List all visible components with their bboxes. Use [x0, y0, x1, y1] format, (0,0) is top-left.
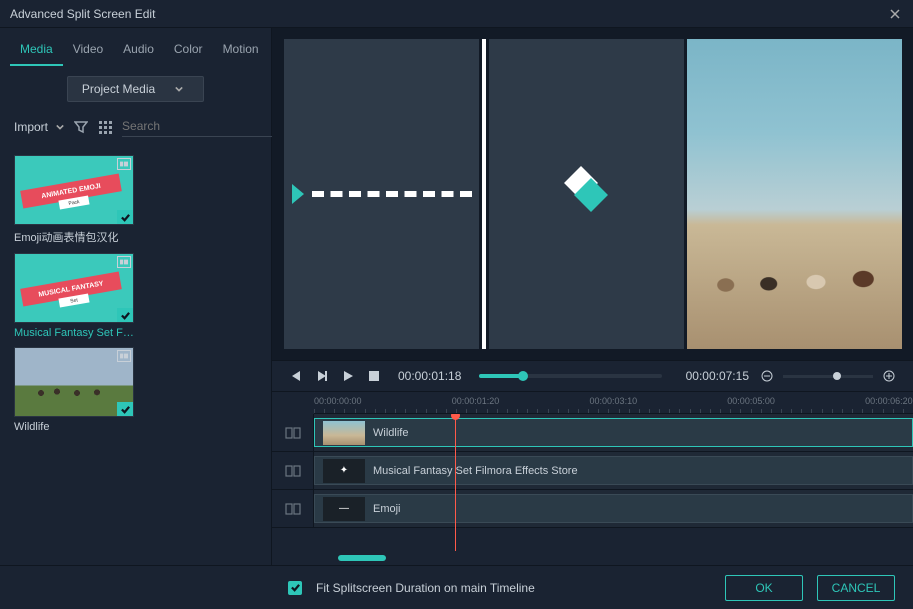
- titlebar: Advanced Split Screen Edit: [0, 0, 913, 28]
- track-head-icon[interactable]: [272, 452, 314, 489]
- check-icon: [117, 308, 133, 322]
- fit-duration-checkbox[interactable]: [288, 581, 302, 595]
- timeline-clip-thumb: ✦: [323, 459, 365, 483]
- zoom-in-icon[interactable]: [881, 368, 897, 384]
- tab-video[interactable]: Video: [63, 36, 113, 66]
- search-input[interactable]: [122, 119, 277, 133]
- import-label: Import: [14, 120, 48, 134]
- next-frame-icon[interactable]: [314, 368, 330, 384]
- timeline-clip-name: Wildlife: [373, 427, 408, 439]
- splitscreen-icon: [117, 350, 131, 362]
- import-button[interactable]: Import: [14, 120, 64, 134]
- logo-icon: [569, 177, 603, 211]
- source-dropdown-label: Project Media: [82, 82, 155, 96]
- tab-audio[interactable]: Audio: [113, 36, 164, 66]
- media-clip[interactable]: ANIMATED EMOJI Pack Emoji动画表情包汉化: [14, 155, 134, 245]
- clip-thumbnail: [14, 347, 134, 417]
- split-panel-left[interactable]: [284, 39, 479, 349]
- filter-icon[interactable]: [74, 119, 88, 135]
- media-tabs: Media Video Audio Color Motion: [0, 28, 271, 66]
- play-icon[interactable]: [340, 368, 356, 384]
- tab-motion[interactable]: Motion: [213, 36, 269, 66]
- timeline-clip-name: Musical Fantasy Set Filmora Effects Stor…: [373, 465, 578, 477]
- ruler-tick: 00:00:06:20: [865, 396, 913, 406]
- clip-thumbnail: ANIMATED EMOJI Pack: [14, 155, 134, 225]
- ok-button[interactable]: OK: [725, 575, 803, 601]
- ruler-tick: 00:00:05:00: [727, 396, 775, 406]
- chevron-down-icon: [56, 120, 64, 134]
- prev-frame-icon[interactable]: [288, 368, 304, 384]
- splitscreen-icon: [117, 256, 131, 268]
- current-timecode: 00:00:01:18: [398, 369, 461, 383]
- track-head-icon[interactable]: [272, 490, 314, 527]
- scrollbar-thumb[interactable]: [338, 555, 386, 561]
- split-panel-middle[interactable]: [489, 39, 684, 349]
- source-dropdown[interactable]: Project Media: [67, 76, 204, 102]
- timeline-track[interactable]: Wildlife: [272, 414, 913, 452]
- cancel-button[interactable]: CANCEL: [817, 575, 895, 601]
- clip-label: Wildlife: [14, 421, 134, 433]
- close-icon[interactable]: [887, 6, 903, 22]
- zoom-handle[interactable]: [833, 372, 841, 380]
- tab-media[interactable]: Media: [10, 36, 63, 66]
- clip-grid: ANIMATED EMOJI Pack Emoji动画表情包汉化 MUSICAL…: [0, 145, 271, 443]
- zoom-out-icon[interactable]: [759, 368, 775, 384]
- check-icon: [117, 402, 133, 416]
- media-clip[interactable]: Wildlife: [14, 347, 134, 433]
- ruler-tick: 00:00:00:00: [314, 396, 362, 406]
- clip-label: Emoji动画表情包汉化: [14, 229, 134, 245]
- timeline-clip[interactable]: Wildlife: [314, 418, 913, 447]
- timeline-clip[interactable]: ✦ Musical Fantasy Set Filmora Effects Sto…: [314, 456, 913, 485]
- chevron-down-icon: [175, 82, 183, 96]
- timeline-clip-thumb: [323, 421, 365, 445]
- track-head-icon[interactable]: [272, 414, 314, 451]
- timeline-tracks: Wildlife ✦ Musical Fantasy Set Filmora Eff…: [272, 414, 913, 551]
- timeline-ruler[interactable]: 00:00:00:00 00:00:01:20 00:00:03:10 00:00:0…: [314, 392, 913, 414]
- main-area: 00:00:01:18 00:00:07:15 00:00:00:0000:00…: [272, 28, 913, 565]
- playhead[interactable]: [455, 414, 456, 551]
- ruler-tick: 00:00:01:20: [452, 396, 500, 406]
- footer: Fit Splitscreen Duration on main Timelin…: [0, 565, 913, 609]
- timeline-track[interactable]: — Emoji: [272, 490, 913, 528]
- sidebar: Media Video Audio Color Motion Project M…: [0, 28, 272, 565]
- scrubber-handle[interactable]: [518, 371, 528, 381]
- preview-monitor: [272, 28, 913, 360]
- grid-view-icon[interactable]: [98, 119, 112, 135]
- zoom-slider[interactable]: [783, 375, 873, 378]
- scrubber[interactable]: [479, 374, 661, 378]
- tab-color[interactable]: Color: [164, 36, 213, 66]
- timeline-clip-name: Emoji: [373, 503, 401, 515]
- split-divider: [482, 39, 486, 349]
- check-icon: [117, 210, 133, 224]
- split-panel-right[interactable]: [687, 39, 902, 349]
- total-timecode: 00:00:07:15: [686, 369, 749, 383]
- timeline-scrollbar[interactable]: [314, 551, 913, 565]
- timeline-track[interactable]: ✦ Musical Fantasy Set Filmora Effects Sto…: [272, 452, 913, 490]
- stop-icon[interactable]: [366, 368, 382, 384]
- media-clip[interactable]: MUSICAL FANTASY Set Musical Fantasy Set …: [14, 253, 134, 339]
- ruler-tick: 00:00:03:10: [590, 396, 638, 406]
- search-field[interactable]: [122, 116, 293, 137]
- timeline-clip-thumb: —: [323, 497, 365, 521]
- timeline-clip[interactable]: — Emoji: [314, 494, 913, 523]
- window-title: Advanced Split Screen Edit: [10, 7, 155, 21]
- clip-thumbnail: MUSICAL FANTASY Set: [14, 253, 134, 323]
- timeline: 00:00:00:00 00:00:01:20 00:00:03:10 00:00:0…: [272, 392, 913, 565]
- clip-label: Musical Fantasy Set Film...: [14, 327, 134, 339]
- splitscreen-icon: [117, 158, 131, 170]
- fit-duration-label: Fit Splitscreen Duration on main Timelin…: [316, 581, 535, 595]
- transport-bar: 00:00:01:18 00:00:07:15: [272, 360, 913, 392]
